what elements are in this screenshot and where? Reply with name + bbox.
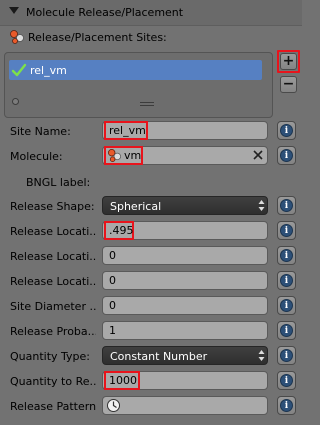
info-button[interactable]: i xyxy=(277,121,296,140)
info-icon: i xyxy=(280,399,293,412)
clock-icon xyxy=(107,399,120,412)
sites-label: Release/Placement Sites: xyxy=(28,31,167,44)
location-z-field[interactable] xyxy=(102,271,268,290)
info-icon: i xyxy=(280,199,293,212)
release-probability-label: Release Proba... xyxy=(10,325,96,338)
release-shape-value: Spherical xyxy=(110,200,162,213)
info-button[interactable]: i xyxy=(277,371,296,390)
add-site-button[interactable]: + xyxy=(280,53,297,70)
checkmark-icon xyxy=(11,63,27,77)
release-shape-label: Release Shape: xyxy=(10,200,95,213)
info-icon: i xyxy=(280,224,293,237)
info-button[interactable]: i xyxy=(277,196,296,215)
info-icon: i xyxy=(280,324,293,337)
location-x-value: .495 xyxy=(109,224,134,237)
location-y-label: Release Locati... xyxy=(10,250,96,263)
list-grip-icon[interactable] xyxy=(140,102,154,106)
collapse-triangle-icon[interactable] xyxy=(9,7,19,14)
site-name-label: Site Name: xyxy=(10,125,71,138)
molecule-value: vm xyxy=(124,149,142,162)
location-z-label: Release Locati... xyxy=(10,275,96,288)
release-probability-field[interactable] xyxy=(102,321,268,340)
remove-site-button[interactable]: − xyxy=(280,76,297,93)
release-probability-value: 1 xyxy=(109,324,116,337)
info-icon: i xyxy=(280,249,293,262)
bngl-label: BNGL label: xyxy=(26,176,91,189)
panel-title: Molecule Release/Placement xyxy=(26,6,184,19)
info-button[interactable]: i xyxy=(277,321,296,340)
release-pattern-field[interactable] xyxy=(102,396,268,415)
molecule-label: Molecule: xyxy=(10,150,63,163)
info-button[interactable]: i xyxy=(277,346,296,365)
info-button[interactable]: i xyxy=(277,396,296,415)
release-pattern-label: Release Pattern: xyxy=(10,400,96,413)
info-icon: i xyxy=(280,274,293,287)
quantity-value: 1000 xyxy=(109,374,137,387)
info-icon: i xyxy=(280,374,293,387)
site-diameter-field[interactable] xyxy=(102,296,268,315)
info-icon: i xyxy=(280,149,293,162)
info-button[interactable]: i xyxy=(277,146,296,165)
location-y-field[interactable] xyxy=(102,246,268,265)
site-diameter-label: Site Diameter ... xyxy=(10,300,96,313)
info-icon: i xyxy=(280,349,293,362)
molecule-icon xyxy=(108,149,121,162)
location-y-value: 0 xyxy=(109,249,116,262)
info-button[interactable]: i xyxy=(277,271,296,290)
site-name-value: rel_vm xyxy=(109,124,146,137)
info-button[interactable]: i xyxy=(277,246,296,265)
molecule-icon xyxy=(10,30,24,44)
quantity-label: Quantity to Re... xyxy=(10,375,96,388)
info-icon: i xyxy=(280,124,293,137)
updown-arrows-icon xyxy=(258,200,265,211)
quantity-type-label: Quantity Type: xyxy=(10,350,91,363)
list-resize-icon[interactable] xyxy=(12,98,19,105)
info-button[interactable]: i xyxy=(277,296,296,315)
info-button[interactable]: i xyxy=(277,221,296,240)
list-item-label: rel_vm xyxy=(30,64,67,77)
clear-icon[interactable] xyxy=(252,149,264,161)
updown-arrows-icon xyxy=(258,350,265,361)
quantity-type-value: Constant Number xyxy=(110,350,208,363)
location-z-value: 0 xyxy=(109,274,116,287)
site-diameter-value: 0 xyxy=(109,299,116,312)
location-x-label: Release Locati... xyxy=(10,225,96,238)
info-icon: i xyxy=(280,299,293,312)
